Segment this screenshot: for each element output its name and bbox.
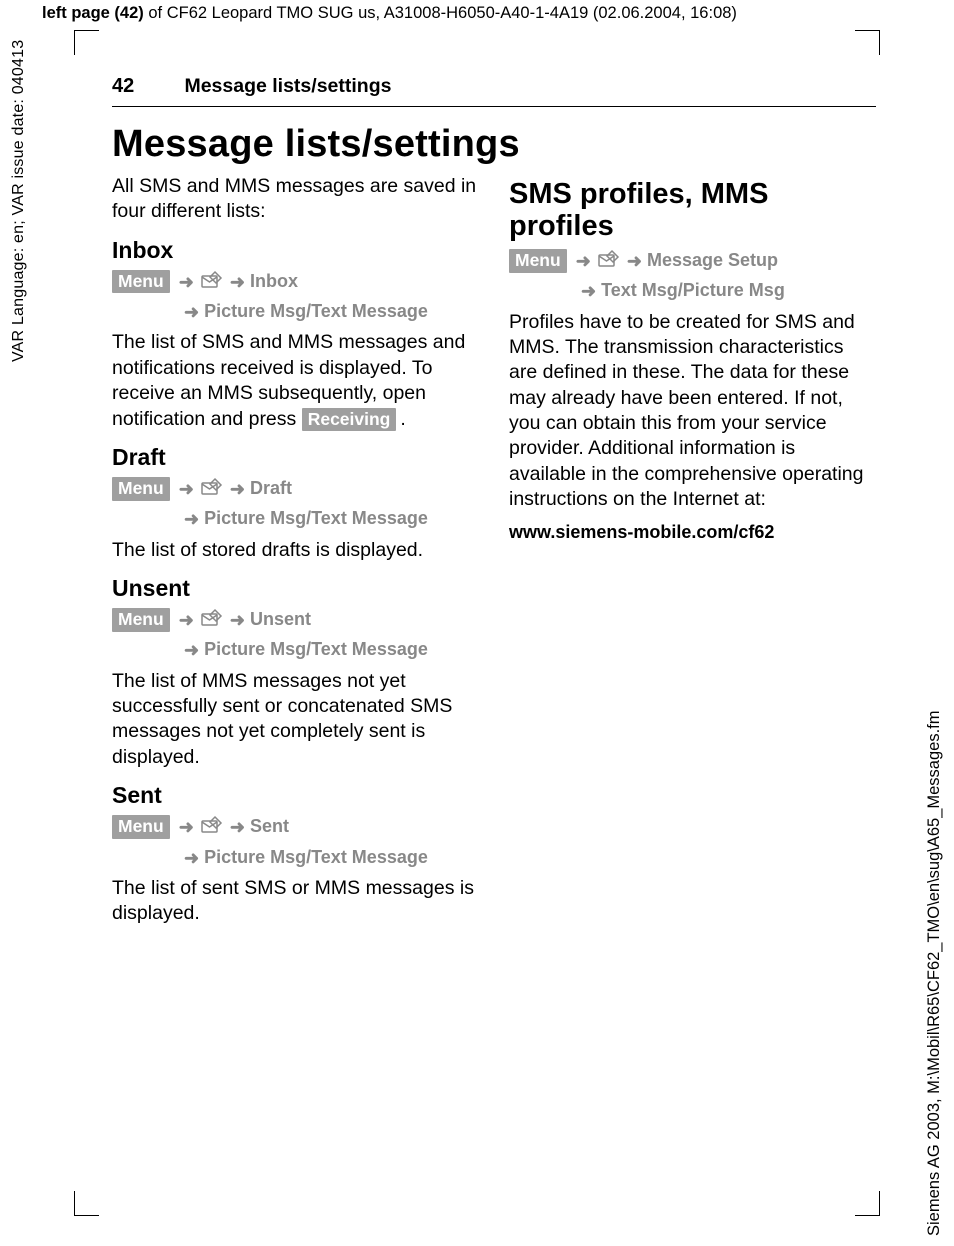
- arrow-right-icon: ➜: [230, 609, 245, 632]
- draft-text: The list of stored drafts is displayed.: [112, 538, 479, 563]
- sent-nav-line-2: ➜ Picture Msg/Text Message: [112, 846, 479, 870]
- draft-heading: Draft: [112, 444, 479, 471]
- menu-badge: Menu: [112, 815, 170, 839]
- arrow-right-icon: ➜: [230, 816, 245, 839]
- page-title: Message lists/settings: [112, 123, 876, 166]
- arrow-right-icon: ➜: [184, 847, 199, 870]
- draft-nav-line-2: ➜ Picture Msg/Text Message: [112, 507, 479, 531]
- menu-badge: Menu: [509, 249, 567, 273]
- menu-badge: Menu: [112, 270, 170, 294]
- arrow-right-icon: ➜: [230, 271, 245, 294]
- right-vertical-meta: Siemens AG 2003, M:\Mobil\R65\CF62_TMO\e…: [925, 536, 944, 1236]
- arrow-right-icon: ➜: [179, 271, 194, 294]
- left-vertical-meta: VAR Language: en; VAR issue date: 040413: [10, 40, 28, 640]
- menu-badge: Menu: [112, 608, 170, 632]
- unsent-nav-line-1: Menu ➜ ➜ Unsent: [112, 608, 479, 632]
- draft-nav-target: Draft: [250, 478, 292, 498]
- inbox-heading: Inbox: [112, 237, 479, 264]
- envelope-pencil-icon: [201, 270, 223, 290]
- menu-badge: Menu: [112, 477, 170, 501]
- profiles-nav-target: Message Setup: [647, 250, 778, 270]
- inbox-nav-sub: Picture Msg/Text Message: [204, 301, 428, 321]
- inbox-nav-target: Inbox: [250, 271, 298, 291]
- top-meta-line: left page (42) of CF62 Leopard TMO SUG u…: [42, 4, 912, 23]
- receiving-badge: Receiving: [302, 408, 397, 432]
- draft-nav-line-1: Menu ➜ ➜ Draft: [112, 477, 479, 501]
- profiles-url: www.siemens-mobile.com/cf62: [509, 522, 876, 543]
- draft-nav-sub: Picture Msg/Text Message: [204, 508, 428, 528]
- envelope-pencil-icon: [598, 249, 620, 269]
- crop-mark-tl: [74, 30, 99, 55]
- page-content: 42 Message lists/settings Message lists/…: [112, 75, 876, 1171]
- inbox-text: The list of SMS and MMS messages and not…: [112, 330, 479, 431]
- envelope-pencil-icon: [201, 477, 223, 497]
- unsent-nav-line-2: ➜ Picture Msg/Text Message: [112, 638, 479, 662]
- arrow-right-icon: ➜: [581, 280, 596, 303]
- sent-nav-target: Sent: [250, 816, 289, 836]
- inbox-nav-line-2: ➜ Picture Msg/Text Message: [112, 300, 479, 324]
- arrow-right-icon: ➜: [627, 250, 642, 273]
- envelope-pencil-icon: [201, 608, 223, 628]
- unsent-nav-sub: Picture Msg/Text Message: [204, 639, 428, 659]
- arrow-right-icon: ➜: [230, 478, 245, 501]
- profiles-nav-sub: Text Msg/Picture Msg: [601, 280, 785, 300]
- sent-nav-line-1: Menu ➜ ➜ Sent: [112, 815, 479, 839]
- intro-text: All SMS and MMS messages are saved in fo…: [112, 174, 479, 225]
- arrow-right-icon: ➜: [184, 301, 199, 324]
- profiles-nav-line-1: Menu ➜ ➜ Message Setup: [509, 249, 876, 273]
- inbox-text-a: The list of SMS and MMS messages and not…: [112, 331, 465, 429]
- top-meta-bold: left page (42): [42, 4, 144, 22]
- arrow-right-icon: ➜: [179, 609, 194, 632]
- arrow-right-icon: ➜: [184, 508, 199, 531]
- top-meta-rest: of CF62 Leopard TMO SUG us, A31008-H6050…: [144, 4, 737, 22]
- unsent-heading: Unsent: [112, 575, 479, 602]
- running-head-title: Message lists/settings: [184, 75, 391, 97]
- arrow-right-icon: ➜: [184, 639, 199, 662]
- crop-mark-bl: [74, 1191, 99, 1216]
- arrow-right-icon: ➜: [179, 816, 194, 839]
- profiles-text: Profiles have to be created for SMS and …: [509, 310, 876, 513]
- page-number: 42: [112, 75, 180, 98]
- sent-nav-sub: Picture Msg/Text Message: [204, 847, 428, 867]
- unsent-nav-target: Unsent: [250, 609, 311, 629]
- arrow-right-icon: ➜: [576, 250, 591, 273]
- inbox-text-b: .: [400, 408, 405, 430]
- unsent-text: The list of MMS messages not yet success…: [112, 669, 479, 770]
- left-column: All SMS and MMS messages are saved in fo…: [112, 174, 479, 937]
- inbox-nav-line-1: Menu ➜ ➜ Inbox: [112, 270, 479, 294]
- crop-mark-tr: [855, 30, 880, 55]
- profiles-heading: SMS profiles, MMS profiles: [509, 178, 876, 243]
- running-head: 42 Message lists/settings: [112, 75, 876, 107]
- right-column: SMS profiles, MMS profiles Menu ➜ ➜ Mess…: [509, 174, 876, 937]
- envelope-pencil-icon: [201, 815, 223, 835]
- sent-text: The list of sent SMS or MMS messages is …: [112, 876, 479, 927]
- sent-heading: Sent: [112, 782, 479, 809]
- crop-mark-br: [855, 1191, 880, 1216]
- profiles-nav-line-2: ➜ Text Msg/Picture Msg: [509, 279, 876, 303]
- arrow-right-icon: ➜: [179, 478, 194, 501]
